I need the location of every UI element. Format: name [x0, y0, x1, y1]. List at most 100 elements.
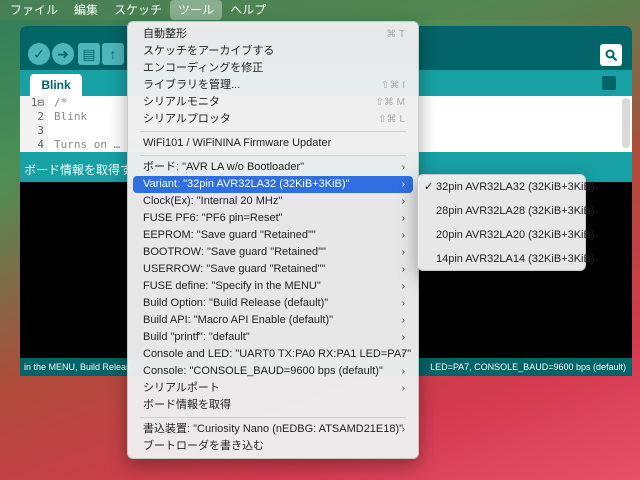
upload-button[interactable]: ➜: [52, 43, 74, 65]
tools-menu-item[interactable]: Build "printf": "default" ›: [133, 329, 413, 346]
menu-help[interactable]: ヘルプ: [222, 0, 274, 20]
menu-item-label: WiFi101 / WiFiNINA Firmware Updater: [143, 137, 332, 149]
tools-menu-item[interactable]: BOOTROW: "Save guard "Retained"" ›: [133, 244, 413, 261]
editor-scrollbar[interactable]: [622, 98, 630, 148]
magnifier-icon: [605, 49, 618, 62]
chevron-right-icon: ›: [401, 196, 405, 207]
tools-menu-item[interactable]: スケッチをアーカイブする: [133, 43, 413, 60]
menu-item-label: シリアルモニタ: [143, 96, 220, 108]
tools-menu-item[interactable]: FUSE define: "Specify in the MENU" ›: [133, 278, 413, 295]
menu-item-label: Console: "CONSOLE_BAUD=9600 bps (default…: [143, 365, 383, 377]
new-button[interactable]: ▤: [78, 43, 100, 65]
menu-item-label: Variant: "32pin AVR32LA32 (32KiB+3KiB)": [143, 178, 350, 190]
menu-item-label: FUSE PF6: "PF6 pin=Reset": [143, 212, 283, 224]
tools-dropdown-menu: 自動整形 ⌘ T スケッチをアーカイブする エンコーディングを修正 ライブラリを管理..…: [127, 21, 419, 459]
menu-item-label: Build API: "Macro API Enable (default)": [143, 314, 334, 326]
arrow-right-icon: ➜: [57, 45, 69, 62]
menu-item-shortcut: ⇧⌘ M: [375, 97, 406, 108]
chevron-right-icon: ›: [401, 247, 405, 258]
checkmark-icon: ✓: [424, 181, 434, 193]
chevron-right-icon: ›: [401, 179, 405, 190]
menu-edit[interactable]: 編集: [66, 0, 106, 20]
check-icon: ✓: [33, 45, 45, 62]
tools-menu-item[interactable]: Variant: "32pin AVR32LA32 (32KiB+3KiB)" ›: [133, 176, 413, 193]
variant-submenu: ✓ 32pin AVR32LA32 (32KiB+3KiB) 28pin AVR32…: [417, 174, 595, 271]
variant-option[interactable]: 20pin AVR32LA20 (32KiB+3KiB): [422, 227, 595, 244]
tools-menu-item[interactable]: WiFi101 / WiFiNINA Firmware Updater: [133, 135, 413, 152]
tools-menu-item[interactable]: 自動整形 ⌘ T: [133, 26, 413, 43]
document-icon: ▤: [82, 45, 96, 62]
chevron-right-icon: ›: [401, 298, 405, 309]
line-number: 1⊟: [30, 96, 44, 109]
chevron-right-icon: ›: [401, 162, 405, 173]
variant-option[interactable]: 14pin AVR32LA14 (32KiB+3KiB): [422, 251, 595, 268]
variant-option-label: 20pin AVR32LA20 (32KiB+3KiB): [436, 229, 595, 241]
menu-item-label: Clock(Ex): "Internal 20 MHz": [143, 195, 283, 207]
menu-item-label: Build "printf": "default": [143, 331, 250, 343]
menu-item-label: スケッチをアーカイブする: [143, 45, 275, 57]
menu-item-label: EEPROM: "Save guard "Retained"": [143, 229, 316, 241]
tools-menu-item[interactable]: ボード: "AVR LA w/o Bootloader" ›: [133, 159, 413, 176]
menu-item-label: シリアルポート: [143, 382, 220, 394]
variant-option-label: 28pin AVR32LA28 (32KiB+3KiB): [436, 205, 595, 217]
tools-menu-item[interactable]: エンコーディングを修正: [133, 60, 413, 77]
menu-bar: ファイル 編集 スケッチ ツール ヘルプ: [0, 0, 640, 20]
menu-item-label: ボード: "AVR LA w/o Bootloader": [143, 161, 305, 173]
status-text: ボード情報を取得す: [24, 163, 133, 177]
menu-separator: [140, 155, 406, 156]
menu-sketch[interactable]: スケッチ: [106, 0, 170, 20]
tools-menu-item[interactable]: シリアルプロッタ ⇧⌘ L: [133, 111, 413, 128]
chevron-right-icon: ›: [401, 213, 405, 224]
line-number: 4: [37, 138, 44, 151]
menu-item-label: ライブラリを管理...: [143, 79, 241, 91]
tools-menu-item[interactable]: シリアルポート ›: [133, 380, 413, 397]
menu-item-shortcut: ⌘ T: [386, 29, 405, 40]
tools-menu-item[interactable]: シリアルモニタ ⇧⌘ M: [133, 94, 413, 111]
tools-menu-item[interactable]: Build Option: "Build Release (default)" ›: [133, 295, 413, 312]
tools-menu-item[interactable]: Clock(Ex): "Internal 20 MHz" ›: [133, 193, 413, 210]
menu-item-label: 書込装置: "Curiosity Nano (nEDBG: ATSAMD21E1…: [143, 423, 404, 435]
tools-menu-item[interactable]: ボード情報を取得: [133, 397, 413, 414]
menu-item-shortcut: ⇧⌘ I: [381, 80, 405, 91]
line-number: 3: [37, 124, 44, 137]
chevron-right-icon: ›: [401, 366, 405, 377]
chevron-right-icon: ›: [401, 281, 405, 292]
footer-board-info-right: LED=PA7, CONSOLE_BAUD=9600 bps (default): [430, 362, 626, 372]
chevron-right-icon: ›: [401, 264, 405, 275]
open-button[interactable]: ↑: [102, 43, 124, 65]
tools-menu-item[interactable]: USERROW: "Save guard "Retained"" ›: [133, 261, 413, 278]
tools-menu-item[interactable]: ブートローダを書き込む: [133, 438, 413, 455]
tools-menu-item[interactable]: EEPROM: "Save guard "Retained"" ›: [133, 227, 413, 244]
menu-item-label: Console and LED: "UART0 TX:PA0 RX:PA1 LE…: [143, 348, 412, 360]
tab-menu-button[interactable]: [602, 76, 616, 90]
chevron-right-icon: ›: [401, 332, 405, 343]
menu-tools[interactable]: ツール: [170, 0, 223, 20]
tools-menu-item[interactable]: FUSE PF6: "PF6 pin=Reset" ›: [133, 210, 413, 227]
menu-item-label: エンコーディングを修正: [143, 62, 264, 74]
verify-button[interactable]: ✓: [28, 43, 50, 65]
footer-board-info-left: in the MENU, Build Releas: [24, 362, 131, 372]
menu-item-label: ブートローダを書き込む: [143, 440, 264, 452]
tab-blink[interactable]: Blink: [30, 74, 82, 96]
chevron-right-icon: ›: [401, 230, 405, 241]
tools-menu-item[interactable]: 書込装置: "Curiosity Nano (nEDBG: ATSAMD21E1…: [133, 421, 413, 438]
menu-separator: [140, 417, 406, 418]
menu-item-label: USERROW: "Save guard "Retained"": [143, 263, 326, 275]
menu-separator: [140, 131, 406, 132]
serial-monitor-button[interactable]: [600, 44, 622, 66]
menu-item-label: FUSE define: "Specify in the MENU": [143, 280, 321, 292]
variant-option[interactable]: 28pin AVR32LA28 (32KiB+3KiB): [422, 203, 595, 220]
tools-menu-item[interactable]: ライブラリを管理... ⇧⌘ I: [133, 77, 413, 94]
chevron-right-icon: ›: [401, 349, 405, 360]
variant-option[interactable]: ✓ 32pin AVR32LA32 (32KiB+3KiB): [422, 179, 595, 196]
menu-item-label: BOOTROW: "Save guard "Retained"": [143, 246, 326, 258]
arrow-up-icon: ↑: [109, 46, 117, 62]
tools-menu-item[interactable]: Console and LED: "UART0 TX:PA0 RX:PA1 LE…: [133, 346, 413, 363]
tools-menu-item[interactable]: Console: "CONSOLE_BAUD=9600 bps (default…: [133, 363, 413, 380]
chevron-right-icon: ›: [401, 383, 405, 394]
menu-item-label: Build Option: "Build Release (default)": [143, 297, 329, 309]
menu-item-shortcut: ⇧⌘ L: [378, 114, 405, 125]
tools-menu-item[interactable]: Build API: "Macro API Enable (default)" ›: [133, 312, 413, 329]
menu-file[interactable]: ファイル: [2, 0, 66, 20]
chevron-right-icon: ›: [401, 424, 405, 435]
